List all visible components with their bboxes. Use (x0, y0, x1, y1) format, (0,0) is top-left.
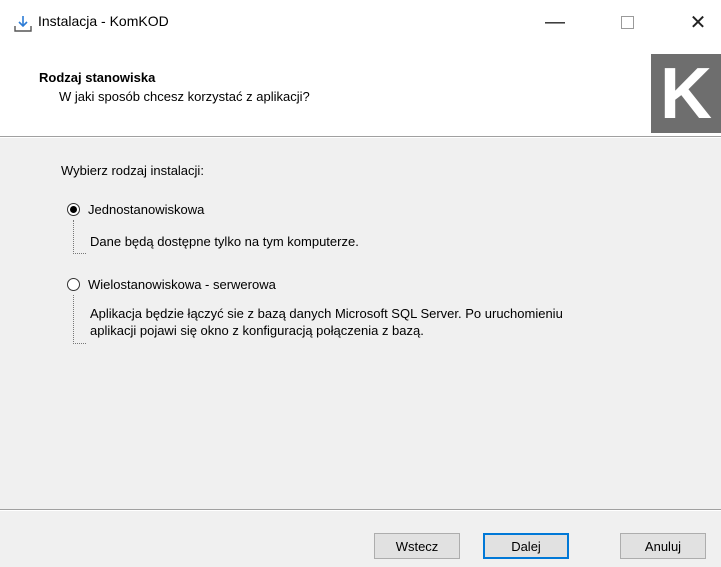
title-bar[interactable]: Instalacja - KomKOD — ✕ (0, 0, 721, 44)
window-title: Instalacja - KomKOD (38, 13, 169, 29)
tree-connector (73, 295, 86, 344)
maximize-icon (620, 15, 634, 29)
back-button[interactable]: Wstecz (374, 533, 460, 559)
option-multi-station-description: Aplikacja będzie łączyć sie z bazą danyc… (90, 305, 563, 339)
minimize-icon: — (545, 10, 565, 33)
wizard-content: Wybierz rodzaj instalacji: Jednostanowis… (0, 138, 721, 509)
cancel-button[interactable]: Anuluj (620, 533, 706, 559)
maximize-button[interactable] (604, 0, 650, 44)
option-single-station-label[interactable]: Jednostanowiskowa (88, 202, 204, 217)
option-multi-station-label[interactable]: Wielostanowiskowa - serwerowa (88, 277, 276, 292)
radio-single-station[interactable] (67, 203, 80, 216)
install-type-prompt: Wybierz rodzaj instalacji: (61, 163, 204, 178)
tree-connector (73, 220, 86, 254)
page-title: Rodzaj stanowiska (39, 70, 156, 85)
wizard-footer: Wstecz Dalej Anuluj (0, 511, 721, 567)
description-line-1: Aplikacja będzie łączyć sie z bazą danyc… (90, 306, 563, 321)
option-single-station[interactable]: Jednostanowiskowa (67, 202, 204, 217)
minimize-button[interactable]: — (532, 0, 578, 44)
next-button[interactable]: Dalej (483, 533, 569, 559)
app-logo: K (651, 54, 721, 133)
option-multi-station[interactable]: Wielostanowiskowa - serwerowa (67, 277, 276, 292)
page-subtitle: W jaki sposób chcesz korzystać z aplikac… (59, 89, 310, 104)
wizard-header: Rodzaj stanowiska W jaki sposób chcesz k… (0, 44, 721, 136)
close-icon: ✕ (689, 11, 707, 34)
radio-multi-station[interactable] (67, 278, 80, 291)
radio-selected-dot (70, 206, 77, 213)
description-line-2: aplikacji pojawi się okno z konfiguracją… (90, 323, 424, 338)
logo-letter: K (660, 53, 712, 134)
installer-icon (14, 16, 32, 32)
option-single-station-description: Dane będą dostępne tylko na tym komputer… (90, 234, 359, 249)
close-button[interactable]: ✕ (675, 0, 721, 44)
